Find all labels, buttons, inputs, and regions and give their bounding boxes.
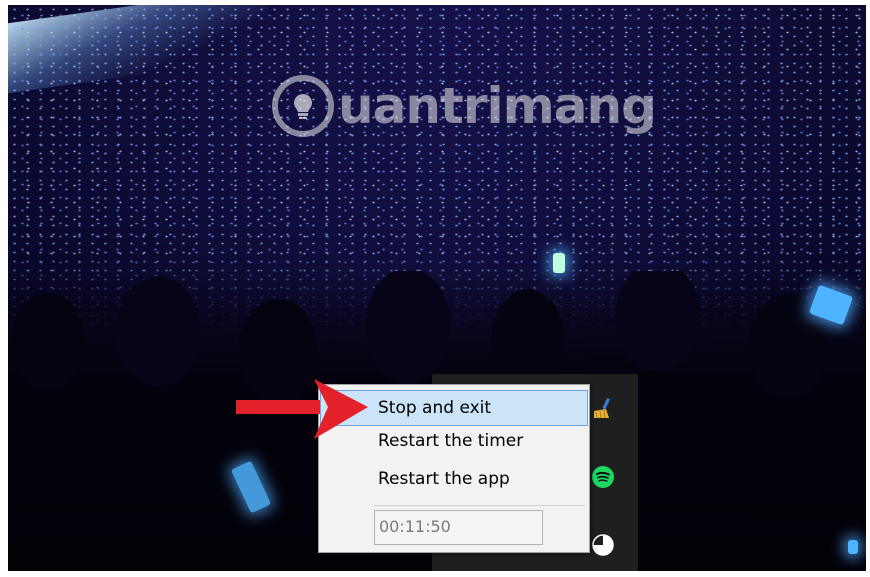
menu-item-restart-app[interactable]: Restart the app bbox=[320, 462, 588, 498]
menu-separator bbox=[374, 505, 585, 506]
broom-icon[interactable] bbox=[590, 395, 616, 421]
menu-item-label: Restart the app bbox=[378, 469, 510, 489]
lightstick bbox=[848, 540, 858, 554]
red-arrow-annotation bbox=[236, 379, 368, 439]
watermark-text: uantrimang bbox=[338, 77, 657, 135]
spotify-icon[interactable] bbox=[590, 464, 616, 490]
lightstick bbox=[553, 253, 565, 273]
timer-readout: 00:11:50 bbox=[374, 510, 543, 545]
menu-item-label: Restart the timer bbox=[378, 431, 524, 451]
pie-timer-icon[interactable] bbox=[590, 532, 616, 558]
lightbulb-icon bbox=[272, 75, 334, 137]
watermark: uantrimang bbox=[272, 66, 657, 146]
menu-item-label: Stop and exit bbox=[378, 398, 492, 418]
